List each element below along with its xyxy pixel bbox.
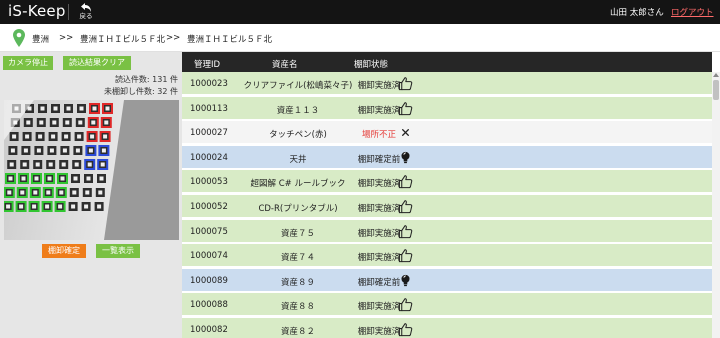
asset-id: 1000053 xyxy=(190,177,228,188)
asset-id: 1000023 xyxy=(190,79,228,89)
table-row[interactable]: 1000024 天井 棚卸確定前 xyxy=(182,145,712,169)
asset-id: 1000088 xyxy=(190,300,228,311)
thumbs-up-icon xyxy=(398,297,413,312)
asset-id: 1000027 xyxy=(190,128,228,139)
thumbs-up-icon xyxy=(398,199,413,214)
table-header: 管理ID 資産名 棚卸状態 xyxy=(182,52,712,72)
breadcrumb-item[interactable]: 豊洲ＩＨＩビル５Ｆ北 xyxy=(187,33,272,45)
asset-id: 1000089 xyxy=(190,275,228,286)
column-header-id[interactable]: 管理ID xyxy=(194,58,220,70)
table-row[interactable]: 1000053 超図解 C# ルールブック 棚卸実施済 xyxy=(182,170,712,194)
asset-id: 1000052 xyxy=(190,202,228,212)
app-header: iS-Keep 戻る 山田 太郎さん ログアウト xyxy=(0,0,720,24)
table-scrollbar[interactable] xyxy=(712,72,720,338)
thumbs-up-icon xyxy=(398,224,413,239)
table-row[interactable]: 1000023 クリアファイル(松嶋菜々子) 棚卸実施済 xyxy=(182,72,712,95)
header-divider xyxy=(68,4,69,20)
thumbs-up-icon xyxy=(398,174,413,189)
scroll-up-arrow-icon[interactable] xyxy=(713,73,719,77)
table-row[interactable]: 1000074 資産７４ 棚卸実施済 xyxy=(182,244,712,268)
breadcrumb-separator: >> xyxy=(59,33,74,43)
asset-id: 1000075 xyxy=(190,226,228,237)
asset-id: 1000113 xyxy=(190,103,228,114)
table-row[interactable]: 1000088 資産８８ 棚卸実施済 xyxy=(182,293,712,317)
location-pin-icon xyxy=(13,29,25,47)
confirm-inventory-button[interactable]: 棚卸確定 xyxy=(42,244,86,258)
lightbulb-icon xyxy=(398,273,413,288)
camera-preview xyxy=(4,100,179,240)
camera-feed xyxy=(4,100,179,240)
lightbulb-icon xyxy=(398,150,413,165)
stop-camera-button[interactable]: カメラ停止 xyxy=(3,56,53,70)
table-row[interactable]: 1000027 タッチペン(赤) 場所不正 xyxy=(182,121,712,145)
asset-id: 1000082 xyxy=(190,325,228,335)
clear-results-button[interactable]: 読込結果クリア xyxy=(63,56,131,70)
back-button[interactable]: 戻る xyxy=(76,1,96,23)
column-header-status[interactable]: 棚卸状態 xyxy=(354,58,388,70)
thumbs-up-icon xyxy=(398,101,413,116)
asset-table: 管理ID 資産名 棚卸状態 1000023 クリアファイル(松嶋菜々子) 棚卸実施済… xyxy=(182,52,720,338)
table-row[interactable]: 1000052 CD-R(プリンタブル) 棚卸実施済 xyxy=(182,195,712,218)
breadcrumb-item[interactable]: 豊洲ＩＨＩビル５Ｆ北 xyxy=(80,33,165,45)
asset-id: 1000024 xyxy=(190,152,228,163)
scanner-panel: カメラ停止 読込結果クリア 読込件数: 131 件 未棚卸し件数: 32 件 棚… xyxy=(0,52,182,338)
cross-icon xyxy=(398,125,413,140)
column-header-name[interactable]: 資産名 xyxy=(272,58,298,70)
app-logo: iS-Keep xyxy=(8,2,66,20)
table-row[interactable]: 1000089 資産８９ 棚卸確定前 xyxy=(182,268,712,292)
thumbs-up-icon xyxy=(398,322,413,337)
thumbs-up-icon xyxy=(398,248,413,263)
thumbs-up-icon xyxy=(398,76,413,91)
list-view-button[interactable]: 一覧表示 xyxy=(96,244,140,258)
table-row[interactable]: 1000075 資産７５ 棚卸実施済 xyxy=(182,219,712,243)
breadcrumb: 豊洲 >> 豊洲ＩＨＩビル５Ｆ北 >> 豊洲ＩＨＩビル５Ｆ北 xyxy=(0,24,720,52)
table-row[interactable]: 1000113 資産１１３ 棚卸実施済 xyxy=(182,96,712,120)
breadcrumb-separator: >> xyxy=(166,33,181,43)
table-row[interactable]: 1000082 資産８２ 棚卸実施済 xyxy=(182,318,712,338)
logout-link[interactable]: ログアウト xyxy=(671,6,714,18)
asset-id: 1000074 xyxy=(190,251,228,262)
unchecked-count: 未棚卸し件数: 32 件 xyxy=(104,87,178,96)
breadcrumb-item[interactable]: 豊洲 xyxy=(32,33,49,45)
read-count: 読込件数: 131 件 xyxy=(114,75,178,84)
scroll-thumb[interactable] xyxy=(713,80,719,100)
user-name: 山田 太郎さん xyxy=(610,8,664,18)
back-label: 戻る xyxy=(79,12,93,20)
